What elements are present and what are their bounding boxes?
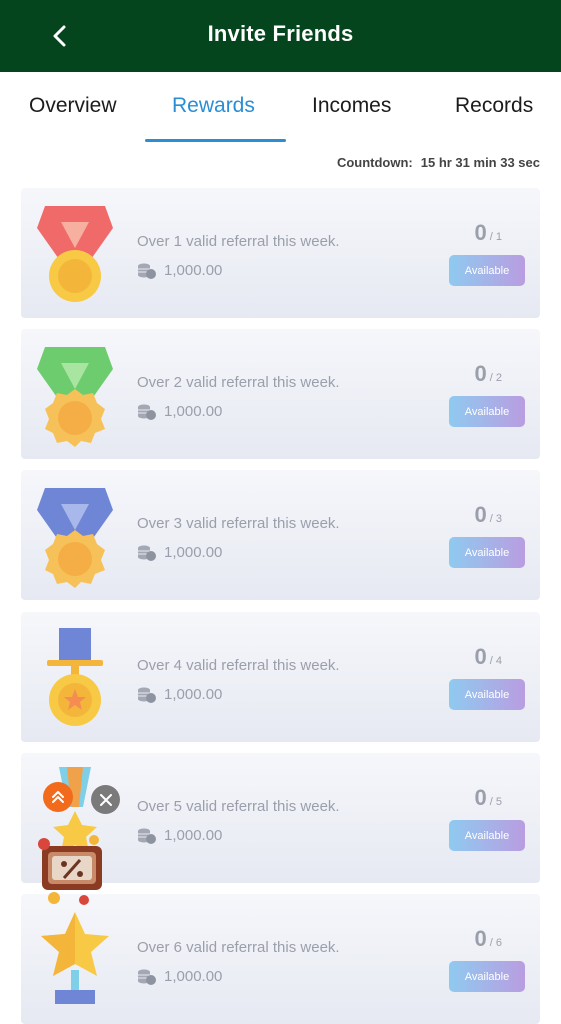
tab-records[interactable]: Records [455,94,533,118]
reward-progress: 0/ 1 [475,220,502,246]
reward-card: Over 3 valid referral this week. 1,000.0… [21,470,540,600]
progress-current: 0 [474,926,487,951]
reward-amount: 1,000.00 [164,403,223,420]
reward-amount: 1,000.00 [164,262,223,279]
reward-amount-row: 1,000.00 [137,544,222,561]
reward-progress: 0/ 6 [475,926,502,952]
reward-card: Over 2 valid referral this week. 1,000.0… [21,329,540,459]
progress-target: / 4 [489,655,502,667]
reward-amount-row: 1,000.00 [137,403,222,420]
reward-amount-row: 1,000.00 [137,827,222,844]
available-button[interactable]: Available [449,961,525,992]
tab-bar: Overview Rewards Incomes Records [0,72,561,144]
coins-icon [138,263,156,279]
reward-description: Over 2 valid referral this week. [137,374,340,391]
reward-description: Over 1 valid referral this week. [137,233,340,250]
promo-gift-button[interactable] [34,828,110,908]
progress-target: / 5 [489,796,502,808]
reward-amount-row: 1,000.00 [137,262,222,279]
progress-target: / 1 [489,231,502,243]
reward-description: Over 3 valid referral this week. [137,515,340,532]
reward-amount-row: 1,000.00 [137,686,222,703]
countdown: Countdown: 15 hr 31 min 33 sec [337,155,540,170]
coins-icon [138,828,156,844]
reward-card: Over 6 valid referral this week. 1,000.0… [21,894,540,1024]
available-button[interactable]: Available [449,255,525,286]
reward-card: Over 4 valid referral this week. 1,000.0… [21,612,540,742]
reward-amount: 1,000.00 [164,544,223,561]
available-button[interactable]: Available [449,396,525,427]
red-ribbon-medal-icon [37,206,113,302]
active-tab-indicator [145,139,286,142]
star-trophy-icon [41,912,109,1004]
reward-description: Over 6 valid referral this week. [137,939,340,956]
coins-icon [138,545,156,561]
close-icon [99,793,112,806]
tab-incomes[interactable]: Incomes [312,94,391,118]
reward-amount: 1,000.00 [164,686,223,703]
reward-card: Over 1 valid referral this week. 1,000.0… [21,188,540,318]
coins-icon [138,404,156,420]
scroll-up-button[interactable] [43,782,73,812]
countdown-value: 15 hr 31 min 33 sec [420,155,540,170]
progress-target: / 3 [489,513,502,525]
reward-progress: 0/ 3 [475,502,502,528]
progress-current: 0 [474,502,487,527]
progress-current: 0 [474,785,487,810]
reward-progress: 0/ 4 [475,644,502,670]
blue-ribbon-medal-icon [37,488,113,588]
reward-amount: 1,000.00 [164,827,223,844]
coins-icon [138,969,156,985]
available-button[interactable]: Available [449,820,525,851]
reward-progress: 0/ 5 [475,785,502,811]
discount-gift-icon [38,835,102,905]
double-chevron-up-icon [52,791,64,803]
progress-target: / 2 [489,372,502,384]
app-header: Invite Friends [0,0,561,72]
reward-amount-row: 1,000.00 [137,968,222,985]
tab-rewards[interactable]: Rewards [172,94,255,118]
close-floating-button[interactable] [91,785,120,814]
star-medal-icon [47,628,103,726]
coins-icon [138,687,156,703]
reward-description: Over 4 valid referral this week. [137,657,340,674]
reward-description: Over 5 valid referral this week. [137,798,340,815]
tab-overview[interactable]: Overview [29,94,117,118]
reward-progress: 0/ 2 [475,361,502,387]
progress-target: / 6 [489,937,502,949]
progress-current: 0 [474,361,487,386]
available-button[interactable]: Available [449,537,525,568]
progress-current: 0 [474,220,487,245]
green-ribbon-medal-icon [37,347,113,447]
available-button[interactable]: Available [449,679,525,710]
page-title: Invite Friends [207,21,354,46]
progress-current: 0 [474,644,487,669]
countdown-label: Countdown: [336,155,413,170]
reward-amount: 1,000.00 [164,968,223,985]
